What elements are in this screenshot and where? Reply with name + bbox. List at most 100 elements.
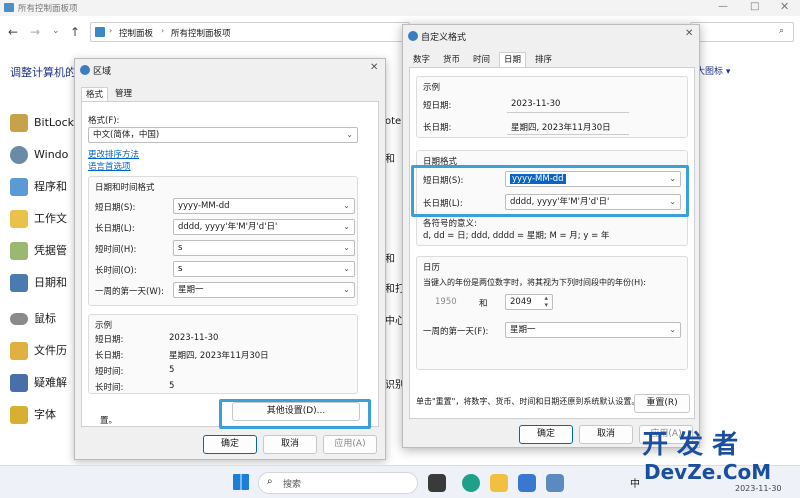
region-ok-button[interactable]: 确定: [203, 435, 257, 454]
custom-cancel-button[interactable]: 取消: [579, 425, 633, 444]
programs-icon: [10, 178, 28, 196]
cp-item-work-folders[interactable]: 工作文: [10, 208, 67, 230]
ime-indicator[interactable]: 中: [630, 475, 640, 490]
minimize-icon[interactable]: —: [718, 1, 728, 12]
datetime-group: 日期和时间格式 短日期(S): yyyy-MM-dd ⌄ 长日期(L): dddd…: [88, 176, 358, 306]
format-select[interactable]: 中文(简体，中国) ⌄: [88, 127, 358, 143]
chevron-down-icon: ⌄: [343, 285, 350, 294]
reset-button[interactable]: 重置(R): [634, 394, 690, 413]
task-view-icon[interactable]: [428, 474, 446, 492]
tab-currency[interactable]: 货币: [439, 53, 464, 68]
credential-icon: [10, 242, 28, 260]
short-time-label: 短时间(H):: [95, 245, 137, 255]
region-dialog: 区域 ✕ 格式 管理 格式(F): 中文(简体，中国) ⌄ 更改排序方法 语言首选…: [74, 58, 386, 460]
folder-icon: [10, 210, 28, 228]
taskbar-search-label: 搜索: [283, 480, 302, 490]
tab-time[interactable]: 时间: [469, 53, 494, 68]
tab-date[interactable]: 日期: [499, 52, 527, 67]
region-cancel-button[interactable]: 取消: [263, 435, 317, 454]
spin-icon[interactable]: ▴ ▾: [544, 295, 548, 309]
calendar-text: 当键入的年份是两位数字时，将其视为下列时间段中的年份(H):: [423, 278, 646, 287]
datetime-group-title: 日期和时间格式: [95, 183, 155, 193]
cp-item-right-2[interactable]: 和: [385, 250, 395, 265]
clock-icon: [10, 274, 28, 292]
custom-ok-button[interactable]: 确定: [519, 425, 573, 444]
breadcrumb-sep-icon: ›: [161, 26, 165, 35]
tab-number[interactable]: 数字: [409, 53, 434, 68]
footer-note: 置。: [100, 416, 118, 426]
taskbar-search[interactable]: ⌕ 搜索: [258, 472, 418, 494]
control-panel-icon[interactable]: [546, 474, 564, 492]
explorer-icon[interactable]: [490, 474, 508, 492]
first-day-select[interactable]: 星期一 ⌄: [173, 282, 355, 298]
tab-admin[interactable]: 管理: [111, 87, 136, 102]
ex-long-time-label: 长时间:: [95, 383, 124, 393]
search-icon: ⌕: [267, 476, 273, 487]
view-selector[interactable]: 大图标 ▾: [696, 64, 730, 77]
cp-item-mouse[interactable]: 鼠标: [10, 308, 56, 330]
cp-item-bitlocker[interactable]: BitLock: [10, 112, 74, 134]
search-input[interactable]: ⌕: [690, 22, 794, 42]
language-prefs-link[interactable]: 语言首选项: [88, 160, 131, 172]
up-icon[interactable]: ↑: [70, 25, 80, 39]
control-panel-icon: [95, 27, 105, 37]
forward-icon[interactable]: →: [30, 25, 40, 39]
close-icon[interactable]: ✕: [370, 62, 378, 73]
cp-item-right-1[interactable]: 和: [385, 150, 395, 165]
breadcrumb-sep-icon: ›: [109, 26, 113, 35]
breadcrumb-control-panel[interactable]: 控制面板: [119, 27, 153, 39]
cp-item-troubleshoot[interactable]: 疑难解: [10, 372, 67, 394]
calendar-title: 日历: [423, 263, 441, 273]
cp-item-windows[interactable]: Windo: [10, 144, 68, 166]
window-title: 所有控制面板项: [18, 4, 78, 14]
meaning-title: 各符号的意义:: [423, 219, 477, 229]
short-date-select[interactable]: yyyy-MM-dd ⌄: [173, 198, 355, 214]
short-time-select[interactable]: s ⌄: [173, 240, 355, 256]
first-day-label: 一周的第一天(W):: [95, 287, 164, 297]
tab-sort[interactable]: 排序: [531, 53, 556, 68]
ex-short-date-label: 短日期:: [95, 335, 124, 345]
cp-item-fonts[interactable]: 字体: [10, 404, 56, 426]
ex-long-date-value: 星期四, 2023年11月30日: [169, 351, 269, 361]
sort-method-link[interactable]: 更改排序方法: [88, 148, 139, 160]
edge-icon[interactable]: [462, 474, 480, 492]
year-and: 和: [479, 299, 488, 309]
globe-icon: [80, 65, 90, 75]
cp-item-datetime[interactable]: 日期和: [10, 272, 67, 294]
cp-item-programs[interactable]: 程序和: [10, 176, 67, 198]
short-date-label: 短日期(S):: [95, 203, 136, 213]
start-icon[interactable]: [233, 474, 249, 490]
gear-icon: [10, 146, 28, 164]
ex-short-time-value: 5: [169, 365, 175, 375]
address-bar[interactable]: › 控制面板 › 所有控制面板项: [90, 22, 410, 42]
chevron-down-icon[interactable]: ⌄: [52, 26, 60, 36]
clock-date[interactable]: 2023-11-30: [735, 484, 782, 493]
cp-item-right-0[interactable]: ote: [385, 116, 401, 127]
mouse-icon: [10, 313, 28, 325]
app-icon: [4, 3, 14, 12]
bitlocker-icon: [10, 114, 28, 132]
first-day-label: 一周的第一天(F):: [423, 327, 489, 337]
long-date-select[interactable]: dddd, yyyy'年'M'月'd'日' ⌄: [173, 219, 355, 235]
maximize-icon[interactable]: □: [750, 1, 759, 12]
ex-short-time-label: 短时间:: [95, 367, 124, 377]
example-group: 示例 短日期: 2023-11-30 长日期: 星期四, 2023年11月30日…: [88, 314, 358, 394]
close-icon[interactable]: ✕: [685, 28, 693, 39]
ex-short-date-value: 2023-11-30: [169, 333, 219, 343]
tab-format[interactable]: 格式: [81, 87, 109, 102]
year-to-input[interactable]: 2049 ▴ ▾: [505, 294, 553, 310]
back-icon[interactable]: ←: [8, 25, 18, 39]
close-icon[interactable]: ✕: [780, 0, 789, 13]
long-time-select[interactable]: s ⌄: [173, 261, 355, 277]
watermark-line1: 开 发 者: [642, 430, 739, 460]
region-title: 区域: [93, 67, 112, 77]
first-day-combo[interactable]: 星期一 ⌄: [505, 322, 681, 338]
region-apply-button[interactable]: 应用(A): [323, 435, 377, 454]
reset-text: 单击"重置"，将数字、货币、时间和日期还原到系统默认设置。: [416, 397, 640, 406]
cp-item-file-history[interactable]: 文件历: [10, 340, 67, 362]
meaning-text: d, dd = 日; ddd, dddd = 星期; M = 月; y = 年: [423, 231, 610, 241]
breadcrumb-all-items[interactable]: 所有控制面板项: [171, 27, 231, 39]
cp-item-credentials[interactable]: 凭据管: [10, 240, 67, 262]
chevron-down-icon: ⌄: [669, 325, 676, 334]
store-icon[interactable]: [518, 474, 536, 492]
